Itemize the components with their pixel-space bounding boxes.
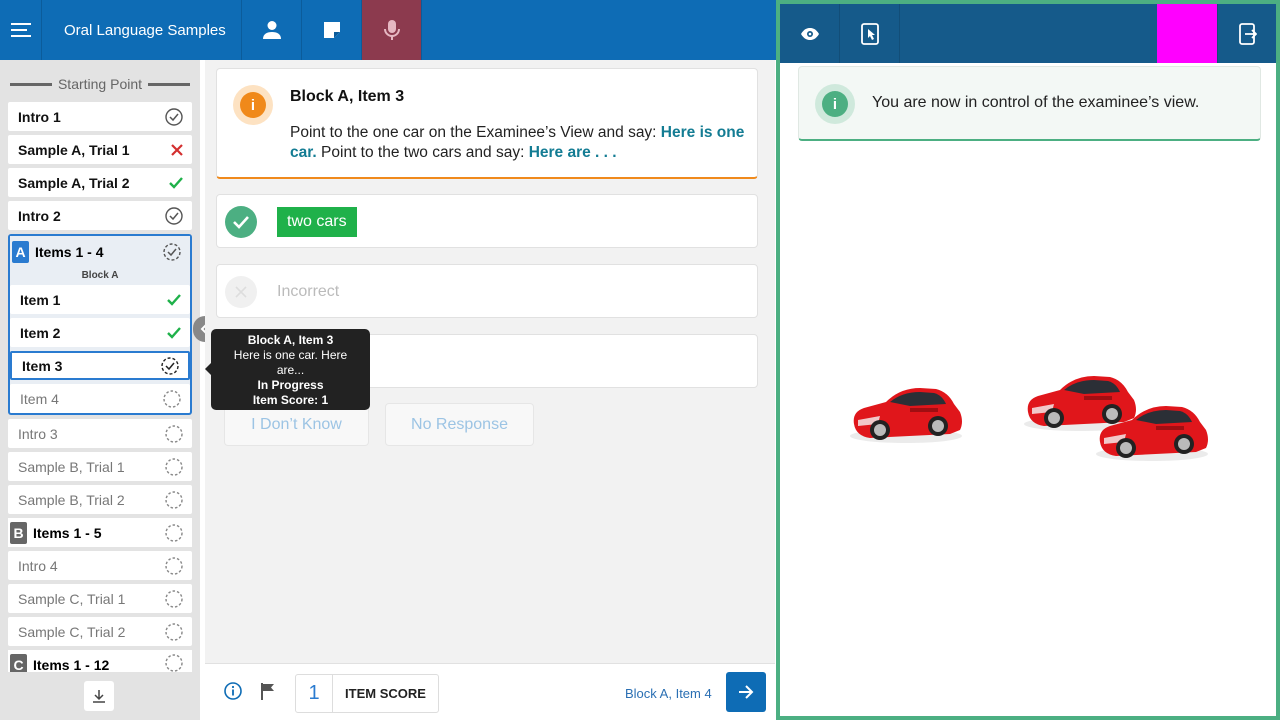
no-response-button[interactable]: No Response — [385, 403, 534, 446]
block-c-header[interactable]: C Items 1 - 12 — [8, 650, 192, 672]
not-started-icon — [165, 523, 183, 542]
item-score-value[interactable]: 1 — [296, 675, 333, 712]
item-score-box: 1 ITEM SCORE — [295, 674, 439, 713]
block-badge-b: B — [10, 521, 27, 544]
not-started-icon — [165, 589, 183, 608]
top-bar: Oral Language Samples — [0, 0, 776, 60]
item-tooltip: Block A, Item 3 Here is one car. Here ar… — [205, 329, 370, 410]
block-b-header[interactable]: B Items 1 - 5 — [8, 518, 192, 547]
microphone-icon — [383, 20, 400, 40]
arrow-right-icon — [739, 685, 754, 699]
not-started-icon — [165, 556, 183, 575]
block-badge-a: A — [12, 240, 29, 263]
item-score-label: ITEM SCORE — [345, 686, 426, 701]
bottom-bar: 1 ITEM SCORE Block A, Item 4 — [205, 663, 775, 720]
response-correct[interactable]: two cars — [216, 194, 758, 248]
block-badge-c: C — [10, 654, 27, 672]
single-car[interactable] — [850, 388, 962, 443]
not-started-icon — [165, 622, 183, 641]
next-item-label: Block A, Item 4 — [625, 686, 712, 701]
list-item-sample-b-trial-2[interactable]: Sample B, Trial 2 — [8, 485, 192, 514]
instruction-text: Point to the one car on the Examinee’s V… — [290, 124, 745, 161]
list-item-sample-a-trial-1[interactable]: Sample A, Trial 1 — [8, 135, 192, 164]
cars-illustration — [850, 376, 1208, 461]
check-circle-icon — [165, 206, 183, 225]
notes-button[interactable] — [302, 0, 362, 60]
instruction-card: i Block A, Item 3 Point to the one car o… — [216, 68, 758, 179]
list-item-sample-c-trial-1[interactable]: Sample C, Trial 1 — [8, 584, 192, 613]
microphone-button[interactable] — [362, 0, 422, 60]
examinee-view-panel: i You are now in control of the examinee… — [776, 0, 1280, 720]
list-item-intro-3[interactable]: Intro 3 — [8, 419, 192, 448]
list-item-item-2[interactable]: Item 2 — [10, 318, 190, 347]
note-icon — [323, 22, 340, 38]
check-icon — [233, 216, 249, 229]
person-icon — [262, 21, 281, 39]
list-item-intro-1[interactable]: Intro 1 — [8, 102, 192, 131]
not-started-icon — [165, 457, 183, 476]
response-incorrect[interactable]: Incorrect — [216, 264, 758, 318]
item-sidebar: Starting Point Intro 1 Sample A, Trial 1… — [0, 60, 200, 720]
hamburger-icon — [10, 23, 31, 37]
in-progress-icon — [163, 242, 181, 261]
car-back[interactable] — [1024, 376, 1136, 431]
incorrect-indicator — [225, 276, 257, 308]
list-item-sample-c-trial-2[interactable]: Sample C, Trial 2 — [8, 617, 192, 646]
x-icon — [235, 286, 247, 298]
block-a-group: A Items 1 - 4 Block A Item 1 Item 2 Item… — [8, 234, 192, 415]
block-a-subtitle: Block A — [81, 270, 119, 281]
examinee-profile-button[interactable] — [242, 0, 302, 60]
list-item-intro-4[interactable]: Intro 4 — [8, 551, 192, 580]
info-badge: i — [233, 85, 273, 125]
correct-response-label: two cars — [277, 207, 357, 237]
x-icon — [171, 143, 183, 156]
not-started-icon — [165, 490, 183, 509]
correct-indicator — [225, 206, 257, 238]
in-progress-icon — [161, 356, 179, 375]
list-item-item-3[interactable]: Item 3 — [10, 351, 190, 380]
incorrect-response-label: Incorrect — [277, 283, 340, 300]
flag-button[interactable] — [260, 682, 276, 705]
list-item-sample-a-trial-2[interactable]: Sample A, Trial 2 — [8, 168, 192, 197]
flag-icon — [261, 683, 274, 700]
list-item-item-4[interactable]: Item 4 — [10, 384, 190, 413]
list-item-sample-b-trial-1[interactable]: Sample B, Trial 1 — [8, 452, 192, 481]
menu-button[interactable] — [0, 0, 42, 60]
list-item-intro-2[interactable]: Intro 2 — [8, 201, 192, 230]
item-title: Block A, Item 3 — [290, 88, 405, 105]
check-icon — [169, 176, 183, 189]
info-button[interactable] — [224, 682, 242, 705]
next-item-button[interactable] — [726, 672, 766, 712]
list-item-item-1[interactable]: Item 1 — [10, 285, 190, 314]
item-list: Intro 1 Sample A, Trial 1 Sample A, Tria… — [8, 102, 192, 676]
not-started-icon — [163, 389, 181, 408]
download-button[interactable] — [84, 681, 114, 711]
not-started-icon — [165, 424, 183, 443]
starting-point-header: Starting Point — [0, 60, 200, 108]
info-outline-icon — [224, 682, 242, 700]
check-icon — [167, 326, 181, 339]
check-circle-icon — [165, 107, 183, 126]
block-a-header[interactable]: A Items 1 - 4 — [10, 236, 190, 267]
check-icon — [167, 293, 181, 306]
download-icon — [93, 690, 105, 703]
not-started-icon — [165, 654, 183, 672]
app-title: Oral Language Samples — [42, 0, 242, 60]
info-icon: i — [240, 92, 266, 118]
